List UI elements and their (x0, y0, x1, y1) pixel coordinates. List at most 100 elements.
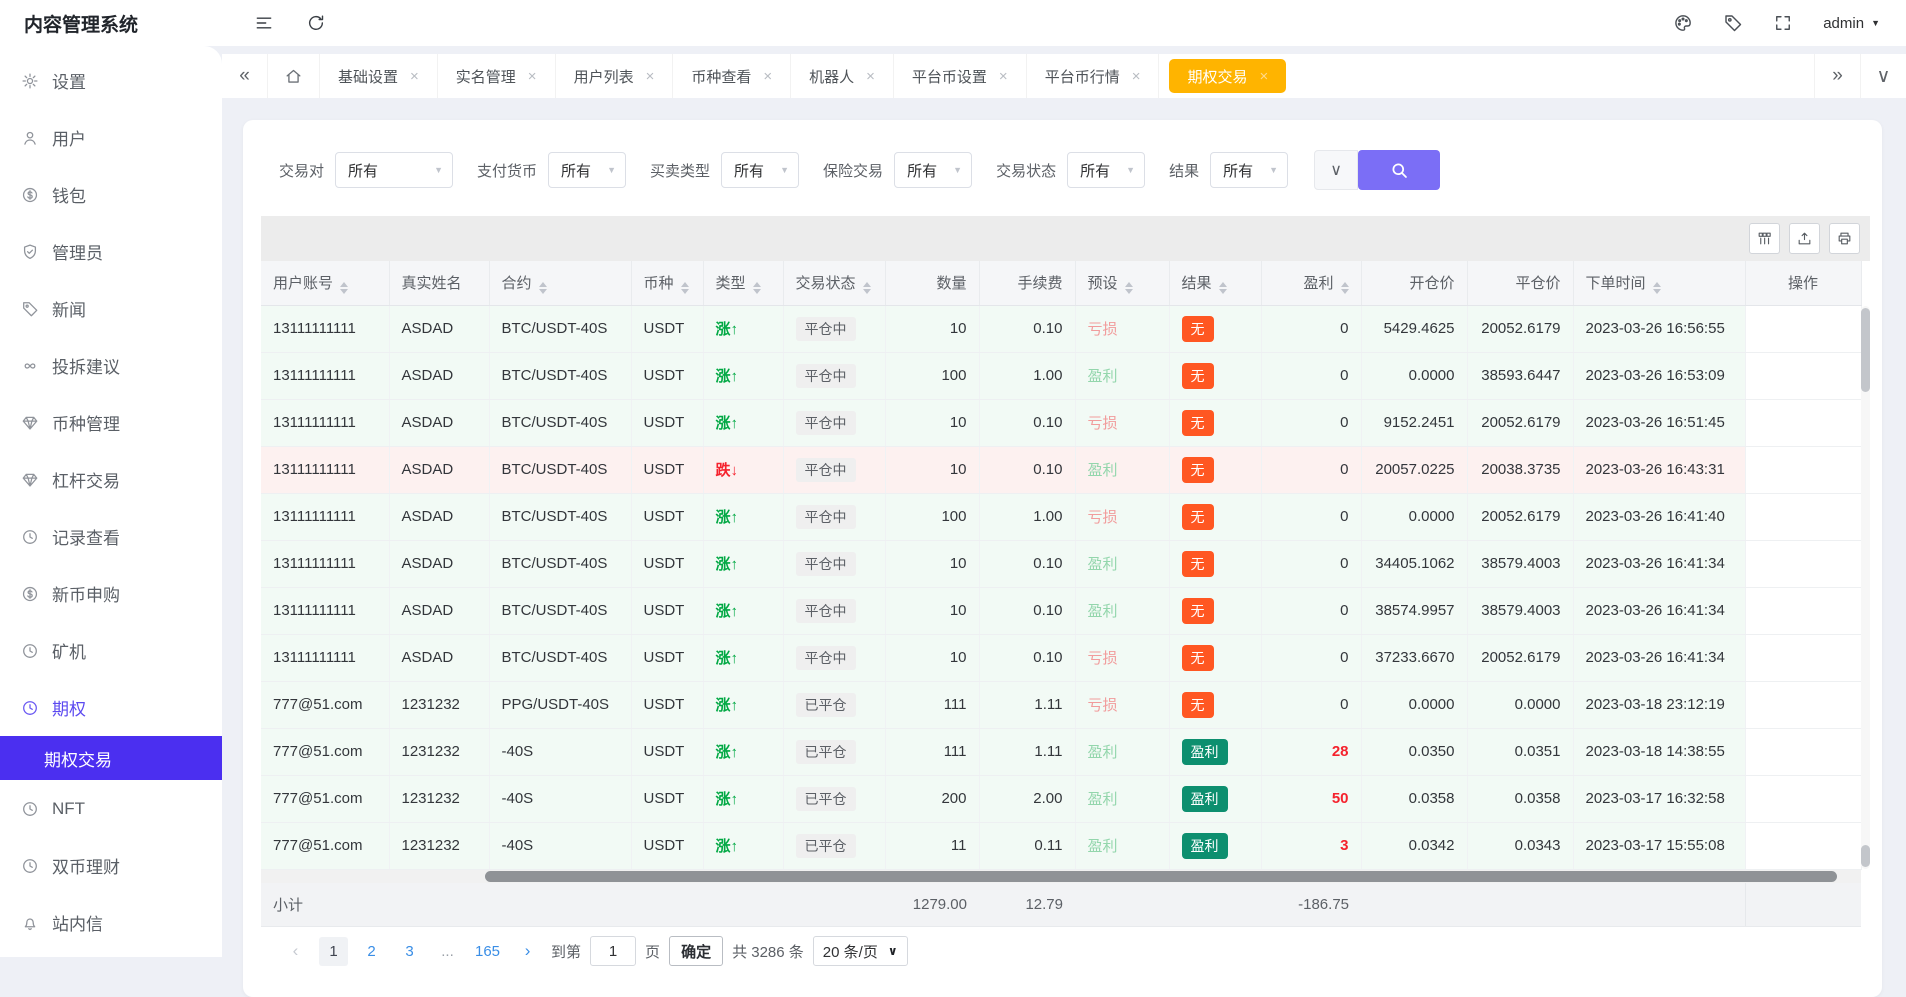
vertical-scrollbar-thumb[interactable] (1861, 308, 1870, 392)
theme-palette-icon[interactable] (1673, 13, 1693, 33)
sort-desc-icon (1125, 289, 1133, 294)
pagination-prev[interactable]: ‹ (281, 937, 310, 966)
sort-icon[interactable] (681, 282, 689, 294)
tag-icon[interactable] (1723, 13, 1743, 33)
sidebar-item[interactable]: 新币申购 (0, 565, 222, 622)
sidebar-subitem[interactable]: 期权交易 (0, 736, 222, 780)
filter-select[interactable]: 所有▼ (1210, 152, 1288, 188)
tab[interactable]: 平台币行情× (1027, 54, 1160, 98)
print-button[interactable] (1829, 223, 1860, 254)
cell-coin: USDT (631, 540, 703, 587)
filter-select[interactable]: 所有▼ (548, 152, 626, 188)
sidebar-item[interactable]: 设置 (0, 52, 222, 109)
col-header-type[interactable]: 类型 (703, 261, 783, 305)
pagination-page[interactable]: 3 (395, 937, 424, 966)
filter-select[interactable]: 所有▼ (721, 152, 799, 188)
tabs-scroll-right-icon[interactable]: » (1814, 54, 1860, 98)
cell-open: 0.0000 (1361, 681, 1467, 728)
home-tab-icon[interactable] (268, 54, 320, 98)
sidebar-item-label: 用户 (52, 125, 86, 150)
close-icon[interactable]: × (1132, 68, 1141, 85)
pagination-next[interactable]: › (513, 937, 542, 966)
infinity-icon (21, 357, 39, 375)
filter-select[interactable]: 所有▼ (894, 152, 972, 188)
sidebar-item[interactable]: 币种管理 (0, 394, 222, 451)
cell-action (1745, 681, 1861, 728)
filter-bar: 交易对所有▼支付货币所有▼买卖类型所有▼保险交易所有▼交易状态所有▼结果所有▼∨ (243, 120, 1882, 190)
filter-collapse-button[interactable]: ∨ (1314, 150, 1358, 190)
sidebar-item[interactable]: 站内信 (0, 894, 222, 951)
close-icon[interactable]: × (999, 68, 1008, 85)
tabs-menu-icon[interactable]: ∨ (1860, 54, 1906, 98)
pagination-page[interactable]: 165 (471, 937, 504, 966)
sidebar-item[interactable]: 投拆建议 (0, 337, 222, 394)
sidebar-item[interactable]: NFT (0, 780, 222, 837)
horizontal-scrollbar[interactable] (261, 870, 1861, 883)
sort-icon[interactable] (753, 282, 761, 294)
sort-icon[interactable] (340, 282, 348, 294)
sort-icon[interactable] (1125, 282, 1133, 294)
page-size-select[interactable]: 20 条/页∨ (813, 936, 908, 966)
sidebar-item[interactable]: 杠杆交易 (0, 451, 222, 508)
sidebar-item[interactable]: 新闻 (0, 280, 222, 337)
sidebar-item[interactable]: 期权 (0, 679, 222, 736)
user-menu[interactable]: admin ▼ (1823, 15, 1880, 32)
pagination-page[interactable]: 1 (319, 937, 348, 966)
export-button[interactable] (1789, 223, 1820, 254)
close-icon[interactable]: × (528, 68, 537, 85)
col-header-time[interactable]: 下单时间 (1573, 261, 1745, 305)
col-header-coin[interactable]: 币种 (631, 261, 703, 305)
sidebar-item[interactable]: 钱包 (0, 166, 222, 223)
cell-action (1745, 587, 1861, 634)
close-icon[interactable]: × (646, 68, 655, 85)
refresh-icon[interactable] (306, 13, 326, 33)
close-icon[interactable]: × (866, 68, 875, 85)
col-header-account[interactable]: 用户账号 (261, 261, 389, 305)
sidebar-collapse-icon[interactable] (254, 13, 274, 33)
grid-button[interactable] (1749, 223, 1780, 254)
cell-name: ASDAD (389, 399, 489, 446)
close-icon[interactable]: × (410, 68, 419, 85)
confirm-button[interactable]: 确定 (669, 936, 723, 966)
sidebar-item[interactable]: 用户 (0, 109, 222, 166)
sort-icon[interactable] (863, 282, 871, 294)
sort-icon[interactable] (1341, 282, 1349, 294)
col-header-status[interactable]: 交易状态 (783, 261, 885, 305)
tab[interactable]: 实名管理× (438, 54, 556, 98)
tab[interactable]: 用户列表× (556, 54, 674, 98)
col-header-contract[interactable]: 合约 (489, 261, 631, 305)
sort-icon[interactable] (1653, 282, 1661, 294)
sidebar-item[interactable]: 记录查看 (0, 508, 222, 565)
tab[interactable]: 期权交易× (1169, 59, 1286, 93)
col-header-profit[interactable]: 盈利 (1261, 261, 1361, 305)
filter-select[interactable]: 所有▼ (335, 152, 453, 188)
col-header-result[interactable]: 结果 (1169, 261, 1261, 305)
cell-close: 20052.6179 (1467, 399, 1573, 446)
sidebar-item[interactable]: 管理员 (0, 223, 222, 280)
filter-select[interactable]: 所有▼ (1067, 152, 1145, 188)
filter-group: 交易状态所有▼ (996, 152, 1145, 188)
sort-icon[interactable] (1219, 282, 1227, 294)
tabs-scroll-left-icon[interactable]: « (222, 54, 268, 98)
close-icon[interactable]: × (763, 68, 772, 85)
sidebar-item[interactable]: 双币理财 (0, 837, 222, 894)
fullscreen-icon[interactable] (1773, 13, 1793, 33)
goto-page-input[interactable] (590, 936, 636, 966)
tab[interactable]: 基础设置× (320, 54, 438, 98)
sort-desc-icon (863, 289, 871, 294)
tab[interactable]: 平台币设置× (894, 54, 1027, 98)
cell-coin: USDT (631, 587, 703, 634)
horizontal-scrollbar-thumb[interactable] (485, 871, 1837, 882)
summary-cell-profit: -186.75 (1261, 883, 1361, 927)
col-header-preset[interactable]: 预设 (1075, 261, 1169, 305)
result-badge: 无 (1182, 363, 1214, 389)
vertical-scrollbar[interactable] (1861, 306, 1870, 869)
sidebar-item[interactable]: 矿机 (0, 622, 222, 679)
pagination-page[interactable]: 2 (357, 937, 386, 966)
sort-icon[interactable] (539, 282, 547, 294)
clock-icon (21, 699, 39, 717)
tab[interactable]: 币种查看× (673, 54, 791, 98)
close-icon[interactable]: × (1259, 68, 1268, 85)
tab[interactable]: 机器人× (791, 54, 894, 98)
search-button[interactable] (1358, 150, 1440, 190)
